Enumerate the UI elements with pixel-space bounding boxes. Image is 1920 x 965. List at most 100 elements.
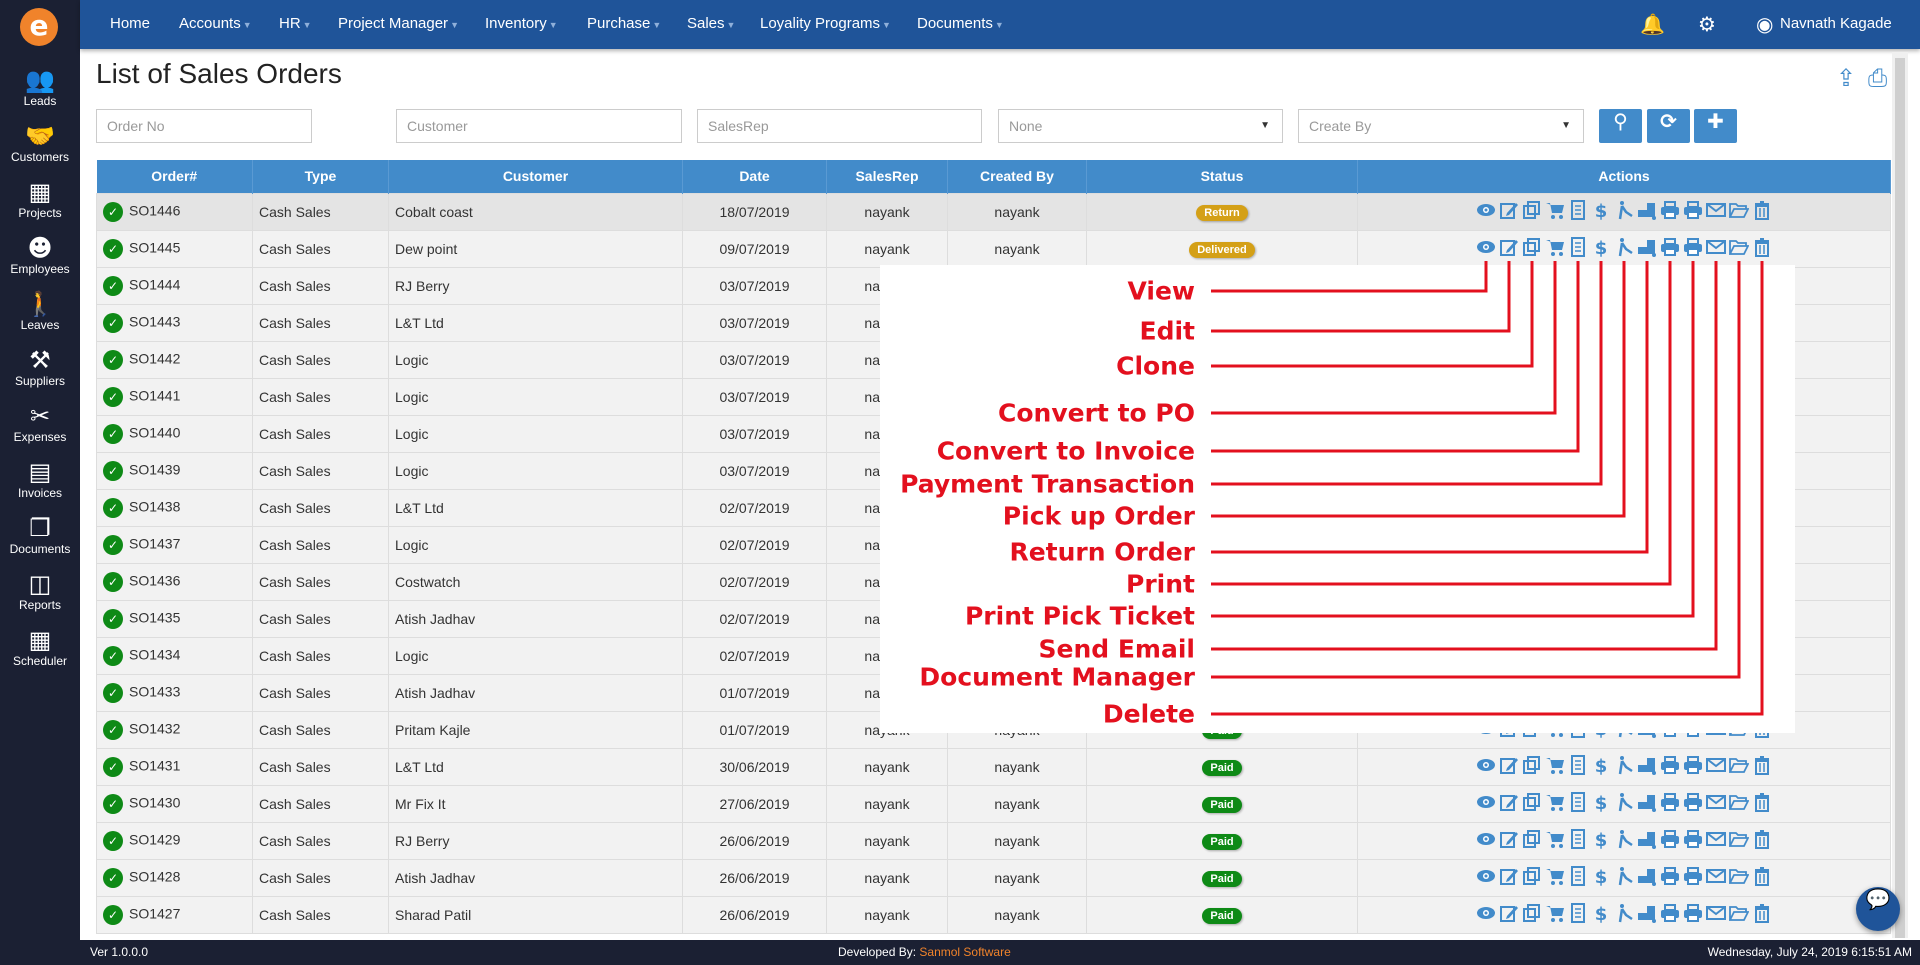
- sidebar-item-invoices[interactable]: ▤ Invoices: [0, 458, 80, 500]
- delete-icon[interactable]: [1752, 792, 1772, 815]
- table-row[interactable]: ✓ SO1430 Cash Sales Mr Fix It 27/06/2019 naya…: [96, 784, 1891, 823]
- bell-icon[interactable]: 🔔: [1640, 12, 1665, 36]
- print-ticket-icon[interactable]: [1683, 200, 1703, 223]
- delete-icon[interactable]: [1752, 755, 1772, 778]
- dollar-icon[interactable]: $: [1591, 866, 1611, 889]
- view-icon[interactable]: [1476, 866, 1496, 889]
- sidebar-item-expenses[interactable]: ✂ Expenses: [0, 402, 80, 444]
- check-circle-icon[interactable]: ✓: [103, 793, 123, 814]
- order-number[interactable]: SO1436: [129, 572, 180, 588]
- view-icon[interactable]: [1476, 829, 1496, 852]
- table-row[interactable]: ✓ SO1427 Cash Sales Sharad Patil 26/06/2019 n…: [96, 895, 1891, 934]
- return-icon[interactable]: [1637, 903, 1657, 926]
- sidebar-item-suppliers[interactable]: ⚒ Suppliers: [0, 346, 80, 388]
- cart-icon[interactable]: [1545, 237, 1565, 260]
- order-number[interactable]: SO1431: [129, 757, 180, 773]
- view-icon[interactable]: [1476, 755, 1496, 778]
- chat-button[interactable]: 💬: [1856, 887, 1900, 931]
- view-icon[interactable]: [1476, 237, 1496, 260]
- order-number[interactable]: SO1430: [129, 794, 180, 810]
- return-icon[interactable]: [1637, 200, 1657, 223]
- created-by-select[interactable]: Create By ▼: [1298, 109, 1584, 143]
- print-icon[interactable]: [1660, 792, 1680, 815]
- nav-home[interactable]: Home: [110, 15, 150, 32]
- nav-loyality-programs[interactable]: Loyality Programs ▼: [760, 15, 891, 32]
- delete-icon[interactable]: [1752, 237, 1772, 260]
- dollar-icon[interactable]: $: [1591, 829, 1611, 852]
- edit-icon[interactable]: [1499, 866, 1519, 889]
- pickup-icon[interactable]: [1614, 792, 1634, 815]
- pickup-icon[interactable]: [1614, 829, 1634, 852]
- edit-icon[interactable]: [1499, 829, 1519, 852]
- sidebar-item-documents[interactable]: ❐ Documents: [0, 514, 80, 556]
- view-icon[interactable]: [1476, 903, 1496, 926]
- pickup-icon[interactable]: [1614, 903, 1634, 926]
- edit-icon[interactable]: [1499, 792, 1519, 815]
- order-number[interactable]: SO1441: [129, 387, 180, 403]
- dollar-icon[interactable]: $: [1591, 755, 1611, 778]
- return-icon[interactable]: [1637, 866, 1657, 889]
- edit-icon[interactable]: [1499, 903, 1519, 926]
- check-circle-icon[interactable]: ✓: [103, 238, 123, 259]
- column-header[interactable]: Date: [682, 160, 827, 193]
- export-upload-icon[interactable]: ⇪: [1836, 64, 1856, 92]
- column-header[interactable]: Customer: [388, 160, 683, 193]
- check-circle-icon[interactable]: ✓: [103, 682, 123, 703]
- dollar-icon[interactable]: $: [1591, 903, 1611, 926]
- check-circle-icon[interactable]: ✓: [103, 571, 123, 592]
- order-number[interactable]: SO1440: [129, 424, 180, 440]
- settings-gears-icon[interactable]: ⚙: [1698, 12, 1716, 36]
- order-number[interactable]: SO1432: [129, 720, 180, 736]
- pickup-icon[interactable]: [1614, 200, 1634, 223]
- check-circle-icon[interactable]: ✓: [103, 349, 123, 370]
- return-icon[interactable]: [1637, 792, 1657, 815]
- cart-icon[interactable]: [1545, 792, 1565, 815]
- print-icon[interactable]: [1660, 829, 1680, 852]
- check-circle-icon[interactable]: ✓: [103, 312, 123, 333]
- print-ticket-icon[interactable]: [1683, 792, 1703, 815]
- print-list-icon[interactable]: ⎙: [1868, 64, 1887, 92]
- clone-icon[interactable]: [1522, 237, 1542, 260]
- clone-icon[interactable]: [1522, 755, 1542, 778]
- return-icon[interactable]: [1637, 829, 1657, 852]
- print-ticket-icon[interactable]: [1683, 866, 1703, 889]
- email-icon[interactable]: [1706, 903, 1726, 926]
- return-icon[interactable]: [1637, 755, 1657, 778]
- column-header[interactable]: SalesRep: [826, 160, 948, 193]
- pickup-icon[interactable]: [1614, 237, 1634, 260]
- sidebar-item-employees[interactable]: ☻ Employees: [0, 234, 80, 276]
- print-ticket-icon[interactable]: [1683, 829, 1703, 852]
- check-circle-icon[interactable]: ✓: [103, 867, 123, 888]
- clone-icon[interactable]: [1522, 903, 1542, 926]
- check-circle-icon[interactable]: ✓: [103, 608, 123, 629]
- print-icon[interactable]: [1660, 903, 1680, 926]
- nav-project-manager[interactable]: Project Manager ▼: [338, 15, 459, 32]
- order-number[interactable]: SO1427: [129, 905, 180, 921]
- developer-link[interactable]: Sanmol Software: [919, 945, 1010, 959]
- cart-icon[interactable]: [1545, 829, 1565, 852]
- view-icon[interactable]: [1476, 792, 1496, 815]
- column-header[interactable]: Order#: [96, 160, 253, 193]
- sidebar-item-customers[interactable]: 🤝 Customers: [0, 122, 80, 164]
- invoice-icon[interactable]: [1568, 200, 1588, 223]
- email-icon[interactable]: [1706, 866, 1726, 889]
- app-logo[interactable]: e: [20, 8, 58, 46]
- print-ticket-icon[interactable]: [1683, 755, 1703, 778]
- check-circle-icon[interactable]: ✓: [103, 497, 123, 518]
- table-row[interactable]: ✓ SO1431 Cash Sales L&T Ltd 30/06/2019 nayank…: [96, 747, 1891, 786]
- invoice-icon[interactable]: [1568, 237, 1588, 260]
- column-header[interactable]: Actions: [1357, 160, 1891, 193]
- print-ticket-icon[interactable]: [1683, 903, 1703, 926]
- print-icon[interactable]: [1660, 755, 1680, 778]
- check-circle-icon[interactable]: ✓: [103, 719, 123, 740]
- table-row[interactable]: ✓ SO1429 Cash Sales RJ Berry 26/06/2019 nayan…: [96, 821, 1891, 860]
- table-row[interactable]: ✓ SO1428 Cash Sales Atish Jadhav 26/06/2019 n…: [96, 858, 1891, 897]
- view-icon[interactable]: [1476, 200, 1496, 223]
- cart-icon[interactable]: [1545, 866, 1565, 889]
- order-number[interactable]: SO1442: [129, 350, 180, 366]
- edit-icon[interactable]: [1499, 237, 1519, 260]
- edit-icon[interactable]: [1499, 755, 1519, 778]
- email-icon[interactable]: [1706, 792, 1726, 815]
- cart-icon[interactable]: [1545, 903, 1565, 926]
- clone-icon[interactable]: [1522, 200, 1542, 223]
